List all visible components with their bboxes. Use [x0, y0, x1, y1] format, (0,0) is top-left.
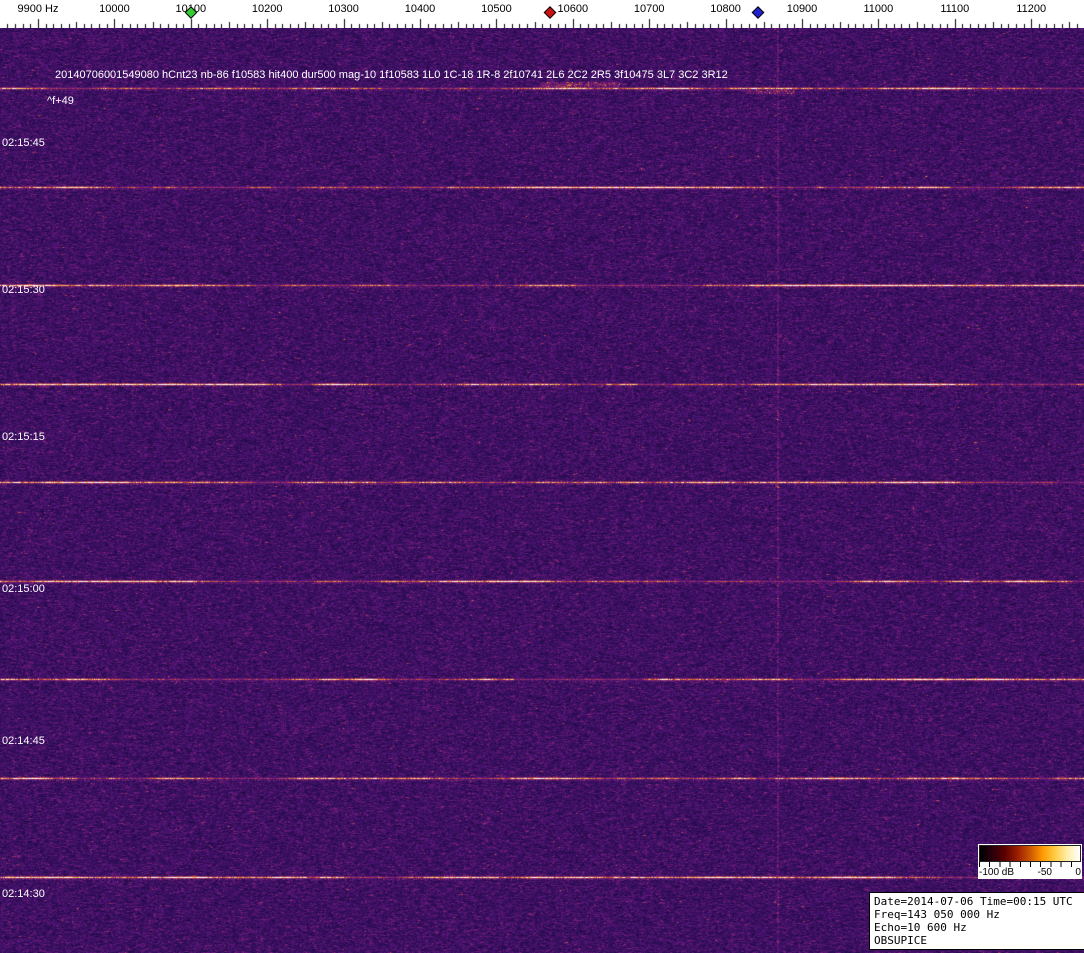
colorbar-min-label: -100 dB — [979, 867, 1014, 878]
detection-header-text: 20140706001549080 hCnt23 nb-86 f10583 hi… — [55, 69, 728, 81]
spectrogram-canvas[interactable] — [0, 28, 1084, 953]
frequency-ruler: 9900 Hz100001010010200103001040010500106… — [0, 0, 1084, 28]
freq-tick-label: 10800 — [710, 3, 741, 15]
freq-tick-label: 10500 — [481, 3, 512, 15]
freq-tick-label: 9900 Hz — [18, 3, 59, 15]
freq-tick-label: 10300 — [328, 3, 359, 15]
freq-tick-label: 11000 — [864, 3, 894, 15]
freq-tick-label: 10000 — [99, 3, 130, 15]
time-label: 02:15:30 — [2, 284, 45, 296]
info-line: OBSUPICE — [874, 934, 1084, 947]
freq-tick-label: 10200 — [252, 3, 283, 15]
colorbar-max-label: 0 — [1075, 867, 1081, 878]
color-scale-labels: -100 dB -50 0 — [979, 867, 1081, 878]
freq-tick-label: 10400 — [405, 3, 436, 15]
info-line: Date=2014-07-06 Time=00:15 UTC — [874, 895, 1084, 908]
freq-tick-label: 11200 — [1016, 3, 1046, 15]
time-label: 02:15:00 — [2, 583, 45, 595]
frequency-offset-label: ^f+49 — [47, 95, 74, 107]
freq-tick-label: 11100 — [940, 3, 969, 15]
spectrogram-window: 9900 Hz100001010010200103001040010500106… — [0, 0, 1084, 953]
frequency-ruler-ticks — [0, 0, 1084, 28]
time-label: 02:14:45 — [2, 735, 45, 747]
freq-tick-label: 10600 — [558, 3, 589, 15]
time-label: 02:15:15 — [2, 431, 45, 443]
station-info-box: Date=2014-07-06 Time=00:15 UTC Freq=143 0… — [869, 892, 1084, 950]
intensity-color-scale: -100 dB -50 0 — [978, 844, 1082, 879]
freq-tick-label: 10700 — [634, 3, 665, 15]
info-line: Freq=143 050 000 Hz — [874, 908, 1084, 921]
colorbar-mid-label: -50 — [1038, 867, 1052, 878]
freq-tick-label: 10900 — [787, 3, 818, 15]
time-label: 02:15:45 — [2, 137, 45, 149]
color-gradient-bar — [979, 845, 1081, 862]
info-line: Echo=10 600 Hz — [874, 921, 1084, 934]
time-label: 02:14:30 — [2, 888, 45, 900]
